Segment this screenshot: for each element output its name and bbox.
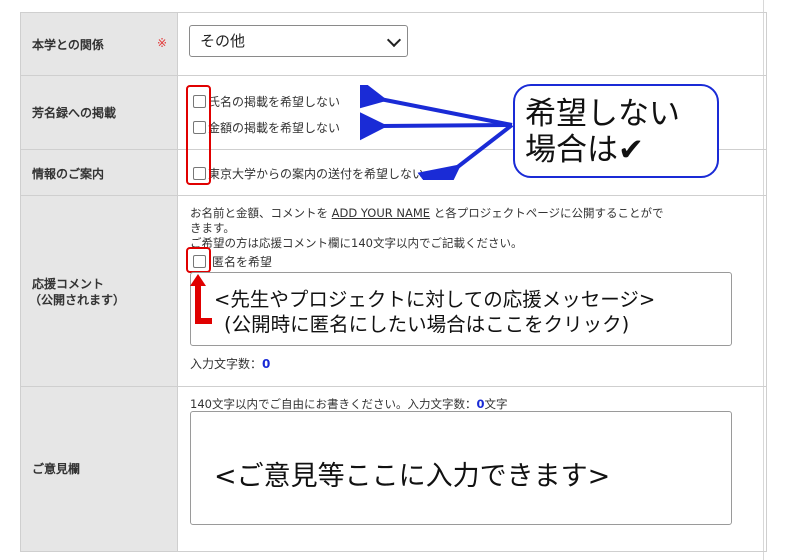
hide-name-label: 氏名の掲載を希望しない: [208, 95, 341, 109]
hide-amount-label: 金額の掲載を希望しない: [208, 121, 341, 135]
comment-label: 応援コメント: [32, 277, 105, 291]
count-label: 入力文字数：: [190, 357, 263, 371]
desc-text: お名前と金額、コメントを: [190, 206, 328, 220]
hint-text: 140文字以内でご自由にお書きください。入力文字数：: [190, 397, 477, 411]
info-header: 情報のご案内: [21, 150, 178, 195]
donor-list-label: 芳名録への掲載: [32, 106, 117, 120]
comment-description: お名前と金額、コメントを ADD YOUR NAME と各プロジェクトページに公…: [190, 206, 750, 251]
check-icon: ✔: [618, 132, 644, 168]
desc-line1: お名前と金額、コメントを ADD YOUR NAME と各プロジェクトページに公…: [190, 206, 750, 221]
comment-sublabel: （公開されます）: [29, 293, 126, 307]
callout-bubble: 希望しない 場合は✔: [513, 84, 719, 178]
required-mark: ※: [157, 36, 168, 50]
count-value: 0: [262, 357, 271, 371]
donor-list-header: 芳名録への掲載: [21, 76, 178, 149]
red-arrow: [190, 274, 212, 324]
opinion-label: ご意見欄: [32, 462, 81, 476]
desc-line3: ご希望の方は応援コメント欄に140文字以内でご記載ください。: [190, 236, 523, 250]
desc-line2: きます。: [190, 221, 235, 235]
hint-suffix: 文字: [484, 397, 508, 411]
callout-line2: 場合は✔: [525, 132, 717, 168]
relation-label: 本学との関係: [32, 38, 104, 52]
anonymous-label: 匿名を希望: [212, 255, 273, 269]
callout-line2-text: 場合は: [525, 132, 618, 168]
relation-select[interactable]: その他: [189, 25, 408, 57]
comment-textarea-line2: (公開時に匿名にしたい場合はここをクリック): [224, 313, 630, 336]
chevron-down-icon: [386, 32, 402, 48]
comment-header: 応援コメント （公開されます）: [21, 196, 178, 386]
add-your-name-link[interactable]: ADD YOUR NAME: [332, 206, 430, 220]
relation-header: 本学との関係 ※: [21, 13, 178, 75]
opinion-header: ご意見欄: [21, 387, 178, 551]
callout-arrows: [360, 85, 514, 180]
opinion-hint: 140文字以内でご自由にお書きください。入力文字数：0文字: [190, 396, 507, 412]
relation-select-value: その他: [200, 32, 246, 50]
desc-text: と各プロジェクトページに公開することがで: [433, 206, 664, 220]
opinion-textarea-text: <ご意見等ここに入力できます>: [214, 461, 611, 492]
arrow-to-name: [360, 85, 513, 127]
callout-line1: 希望しない: [525, 96, 680, 132]
comment-char-count: 入力文字数：0: [190, 355, 270, 372]
arrow-to-mail: [417, 123, 514, 180]
red-arrow-shape: [190, 274, 212, 324]
checkbox-highlight-box: [186, 85, 211, 185]
arrow-to-amount: [360, 106, 513, 147]
info-label: 情報のご案内: [32, 167, 105, 181]
